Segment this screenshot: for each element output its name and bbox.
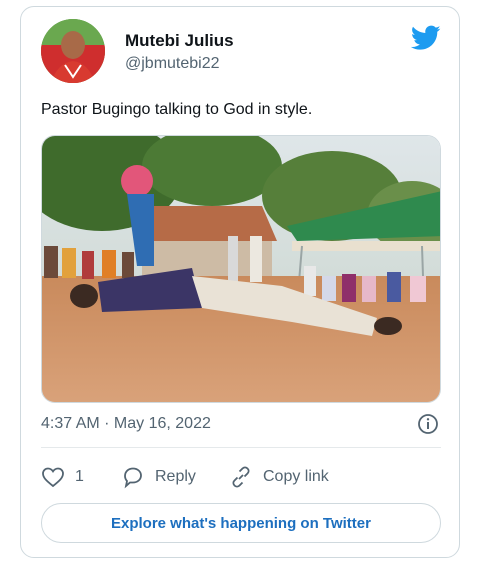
tweet-card: Mutebi Julius @jbmutebi22 Pastor Bugingo… [20, 6, 460, 558]
info-icon[interactable] [417, 413, 439, 435]
tweet-text: Pastor Bugingo talking to God in style. [41, 101, 313, 118]
tweet-actions: 1 Reply Copy link [41, 459, 441, 495]
copy-link-button[interactable]: Copy link [229, 465, 329, 489]
reply-bubble-icon [124, 467, 142, 489]
divider [41, 447, 441, 448]
heart-icon [42, 467, 64, 488]
author-display-name[interactable]: Mutebi Julius [125, 31, 234, 51]
like-count: 1 [75, 468, 84, 485]
copy-link-label: Copy link [263, 468, 329, 485]
reply-label: Reply [155, 468, 196, 485]
author-avatar[interactable] [41, 19, 105, 83]
author-handle[interactable]: @jbmutebi22 [125, 55, 220, 73]
reply-button[interactable]: Reply [121, 465, 229, 489]
link-icon [232, 466, 250, 488]
like-button[interactable]: 1 [41, 465, 121, 489]
tweet-timestamp[interactable]: 4:37 AM · May 16, 2022 [41, 415, 211, 433]
explore-twitter-button[interactable]: Explore what's happening on Twitter [41, 503, 441, 543]
twitter-bird-icon[interactable] [411, 25, 441, 51]
tweet-photo[interactable] [41, 135, 441, 403]
